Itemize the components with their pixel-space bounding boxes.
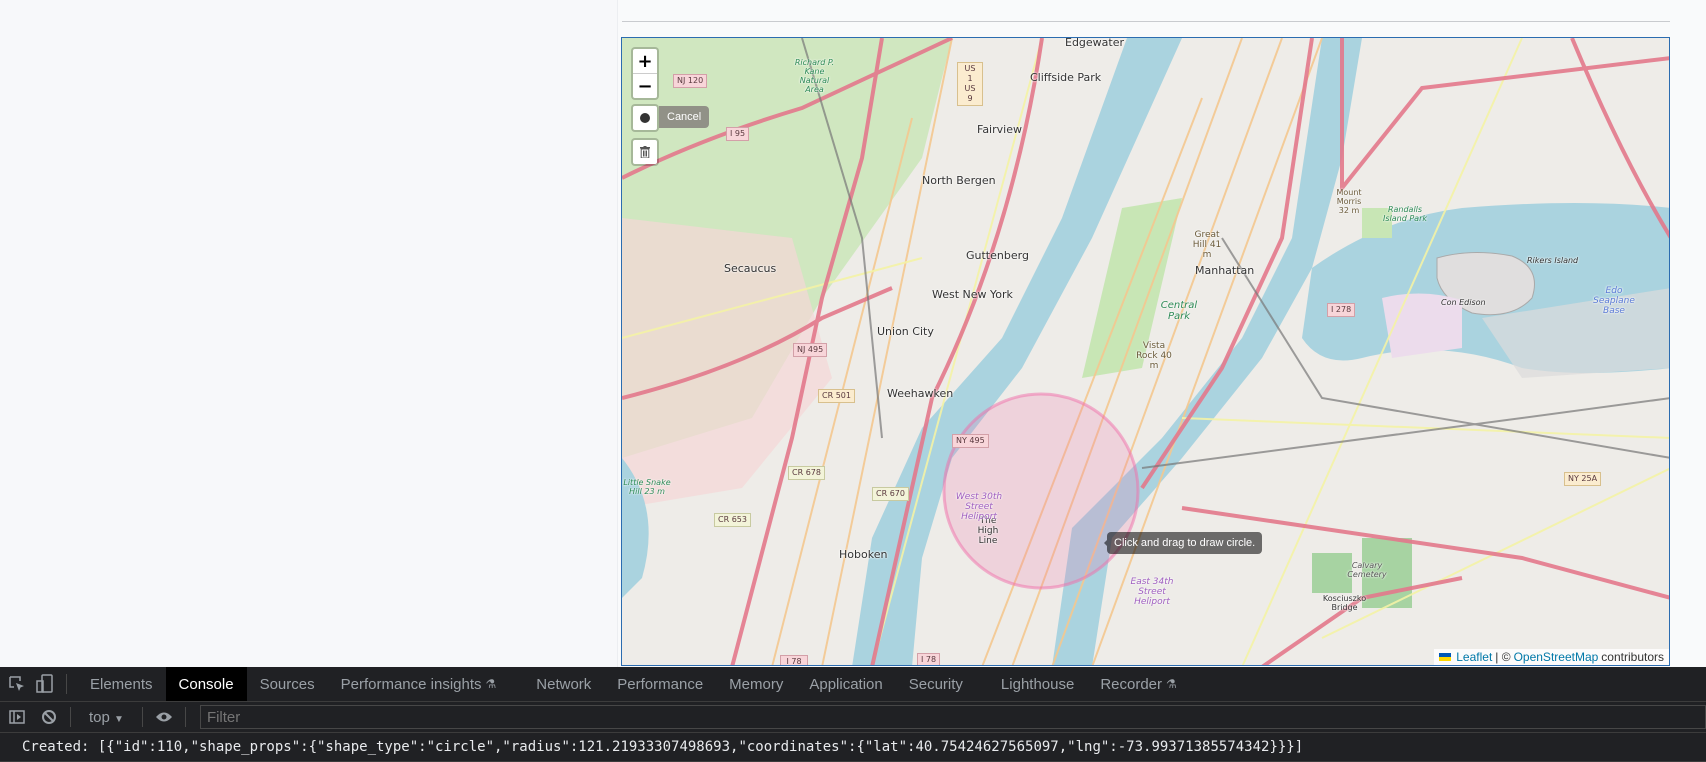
tab-elements[interactable]: Elements [77,667,166,701]
separator [70,707,71,727]
console-message: Created: [{"id":110,"shape_props":{"shap… [0,733,1706,762]
dropdown-arrow-icon: ▼ [114,713,124,725]
inspect-element-icon[interactable] [6,673,28,695]
map-attribution: Leaflet | © OpenStreetMap contributors [1434,649,1669,665]
map-label: Edo Seaplane Base [1593,286,1635,316]
circle-icon [640,113,650,123]
devtools-panel: Elements Console Sources Performance ins… [0,667,1706,762]
route-shield: CR 653 [714,513,751,527]
map-label: Union City [877,325,934,338]
tab-lighthouse[interactable]: Lighthouse [988,667,1087,701]
trash-icon [640,146,650,158]
map-label: Little Snake Hill 23 m [623,478,671,496]
route-shield: NY 25A [1564,472,1602,486]
leaflet-link[interactable]: Leaflet [1456,650,1492,664]
experimental-flask-icon: ⚗ [485,677,497,691]
route-shield: CR 501 [818,389,855,403]
map-label: East 34th Street Heliport [1130,577,1174,607]
cancel-drawing-button[interactable]: Cancel [659,106,710,128]
draw-tooltip: Click and drag to draw circle. [1103,532,1263,554]
separator [66,674,67,694]
zoom-out-button[interactable]: − [633,73,657,98]
zoom-in-button[interactable]: + [633,49,657,73]
map-label: West New York [932,288,1013,301]
osm-link[interactable]: OpenStreetMap [1514,650,1599,664]
context-selector[interactable]: top ▼ [81,709,132,726]
map-label: Rikers Island [1527,256,1579,265]
route-shield: US 1 US 9 [957,62,983,106]
map-label: Guttenberg [966,249,1029,262]
sidebar-toggle-icon[interactable] [6,706,28,728]
route-shield: I 78 [917,653,941,665]
route-shield: CR 670 [872,487,909,501]
draw-toolbar [631,104,659,132]
console-toolbar: top ▼ [0,702,1706,733]
attribution-separator: | © [1495,650,1511,664]
tab-security[interactable]: Security [896,667,976,701]
tab-application[interactable]: Application [796,667,895,701]
tab-label: Recorder [1100,675,1163,693]
map-label: West 30th Street Heliport [955,492,1003,522]
map-container[interactable]: Edgewater Cliffside Park Fairview North … [621,37,1670,666]
context-label: top [89,708,110,726]
tab-sources[interactable]: Sources [247,667,328,701]
map-label: Vista Rock 40 m [1136,341,1172,371]
map-label: Kosciuszko Bridge [1322,594,1367,612]
map-label: North Bergen [922,174,996,187]
tab-network[interactable]: Network [523,667,604,701]
map-label: Fairview [977,123,1022,136]
live-expression-eye-icon[interactable] [153,706,175,728]
tab-recorder[interactable]: Recorder ⚗ [1087,667,1189,701]
map-label: Mount Morris 32 m [1336,188,1362,215]
map-label: Manhattan [1195,264,1255,277]
route-shield: CR 678 [788,466,825,480]
map-label: Great Hill 41 m [1192,230,1222,260]
device-toolbar-icon[interactable] [34,673,56,695]
experimental-flask-icon: ⚗ [1166,677,1177,691]
route-shield: I 95 [726,127,750,141]
separator [184,707,186,727]
divider [622,21,1670,22]
drawn-circle [942,392,1140,590]
map-label: Con Edison [1441,298,1486,307]
edit-toolbar [631,138,659,166]
devtools-tabbar: Elements Console Sources Performance ins… [0,667,1706,702]
tab-performance-insights[interactable]: Performance insights ⚗ [328,667,510,701]
tab-console[interactable]: Console [165,667,247,701]
route-shield: NY 495 [952,434,989,448]
tab-label: Performance insights [340,675,482,693]
draw-circle-button[interactable] [633,106,657,130]
route-shield: I 278 [1327,303,1356,317]
clear-console-icon[interactable] [38,706,60,728]
map-label: Calvary Cemetery [1347,561,1387,579]
map-label: Randalls Island Park [1383,205,1427,223]
delete-layers-button[interactable] [633,140,657,164]
tab-memory[interactable]: Memory [716,667,796,701]
tab-performance[interactable]: Performance [604,667,716,701]
separator [141,707,143,727]
map-label: Secaucus [724,262,777,275]
map-label: Cliffside Park [1030,71,1102,84]
route-shield: NJ 120 [673,74,708,88]
ukraine-flag-icon [1439,653,1452,661]
map-label: Edgewater [1065,37,1125,49]
map-label: Central Park [1160,300,1198,322]
zoom-control: + − [631,47,659,100]
route-shield: I 78 NJTP [780,655,808,665]
console-filter-input[interactable] [199,705,1706,729]
attribution-contributors: contributors [1601,650,1664,664]
route-shield: NJ 495 [793,343,828,357]
left-pane [0,0,617,667]
map-label: Weehawken [887,387,954,400]
map-label: Hoboken [839,548,888,561]
map-label: Richard P. Kane Natural Area [794,58,835,94]
